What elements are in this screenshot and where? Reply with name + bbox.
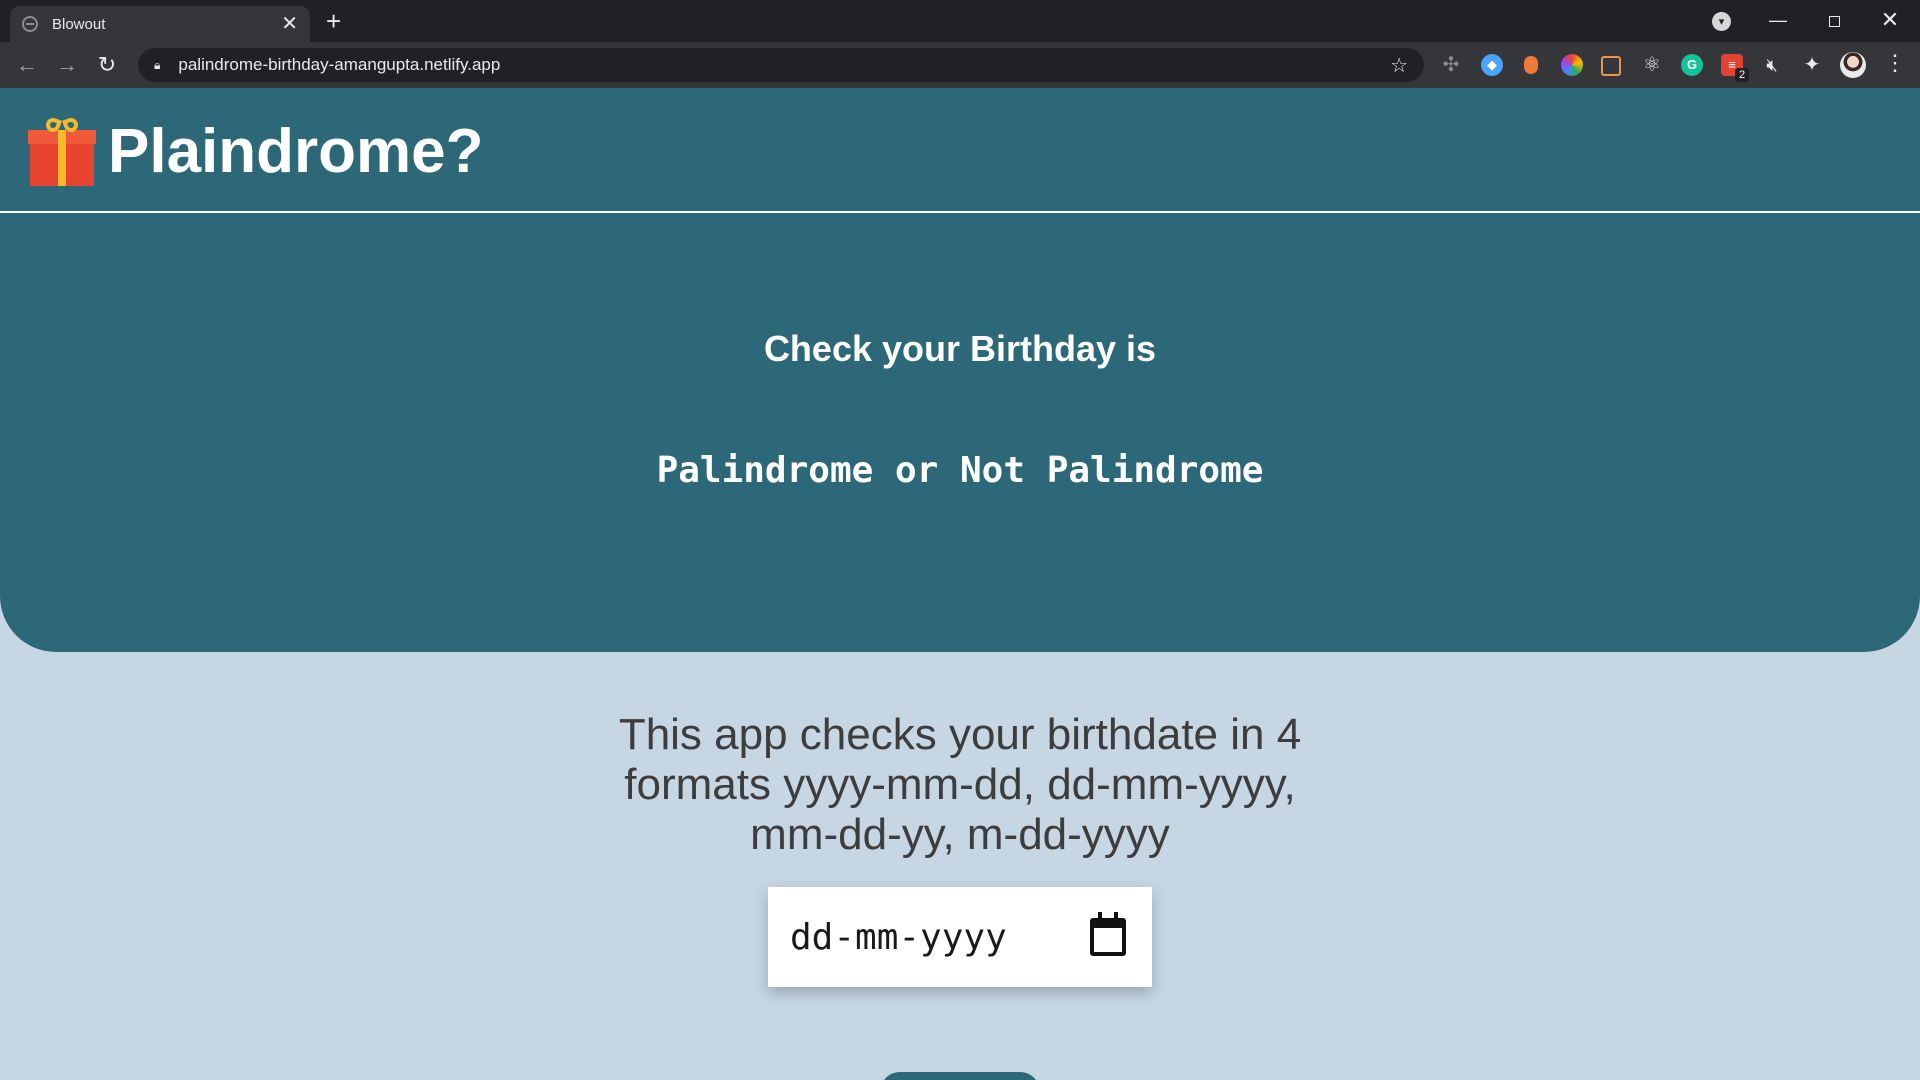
mute-icon[interactable]: 🔇︎ — [1761, 54, 1783, 76]
extension-move-icon[interactable]: ✣ — [1440, 54, 1462, 76]
hero-section: Plaindrome? Check your Birthday is Palin… — [0, 88, 1920, 652]
restore-icon — [1828, 15, 1840, 27]
extension-react-icon[interactable]: ⚛ — [1641, 54, 1663, 76]
page-content: Plaindrome? Check your Birthday is Palin… — [0, 88, 1920, 1080]
lock-icon[interactable]: 🔒︎ — [154, 58, 160, 73]
calendar-icon[interactable] — [1090, 912, 1126, 956]
hero-heading: Check your Birthday is — [763, 328, 1157, 369]
extension-grammarly-icon[interactable]: G — [1681, 54, 1703, 76]
new-tab-button[interactable]: + — [326, 8, 341, 34]
extension-drop-icon[interactable]: ◆ — [1481, 54, 1503, 76]
hero-subheading: Palindrome or Not Palindrome — [656, 450, 1264, 491]
tab-title: Blowout — [52, 15, 106, 33]
extension-capsule-icon[interactable] — [1524, 56, 1538, 74]
restore-button[interactable] — [1814, 6, 1854, 34]
close-tab-icon[interactable]: ✕ — [281, 14, 298, 34]
extension-badge: 2 — [1735, 68, 1749, 82]
profile-avatar[interactable] — [1840, 52, 1866, 78]
extensions-puzzle-icon[interactable]: ✦ — [1801, 54, 1823, 76]
address-bar[interactable]: 🔒︎ palindrome-birthday-amangupta.netlify… — [138, 48, 1424, 82]
browser-tab[interactable]: Blowout ✕ — [10, 6, 310, 42]
browser-menu-icon[interactable]: ⋮ — [1884, 50, 1906, 76]
header-divider — [0, 211, 1920, 213]
forward-button[interactable]: → — [52, 50, 82, 80]
browser-toolbar: ← → ↻ 🔒︎ palindrome-birthday-amangupta.n… — [0, 42, 1920, 88]
page-title: Plaindrome? — [108, 117, 484, 186]
url-text[interactable]: palindrome-birthday-amangupta.netlify.ap… — [178, 55, 1390, 75]
tab-strip: Blowout ✕ + ▾ — ✕ — [0, 0, 1920, 42]
extension-color-wheel-icon[interactable] — [1561, 54, 1583, 76]
date-placeholder[interactable]: dd-mm-yyyy — [790, 917, 1090, 958]
reload-button[interactable]: ↻ — [92, 50, 122, 80]
extension-capture-icon[interactable] — [1601, 56, 1621, 76]
brand: Plaindrome? — [28, 115, 484, 187]
gift-icon — [28, 115, 96, 186]
globe-icon — [22, 16, 38, 32]
minimize-button[interactable]: — — [1758, 6, 1798, 34]
close-window-button[interactable]: ✕ — [1870, 6, 1910, 34]
back-button[interactable]: ← — [12, 50, 42, 80]
app-description: This app checks your birthdate in 4 form… — [618, 710, 1302, 859]
birthdate-input[interactable]: dd-mm-yyyy — [768, 887, 1152, 987]
bookmark-star-icon[interactable]: ☆ — [1390, 53, 1408, 78]
check-button[interactable] — [880, 1072, 1040, 1080]
tab-search-icon[interactable]: ▾ — [1712, 12, 1731, 31]
